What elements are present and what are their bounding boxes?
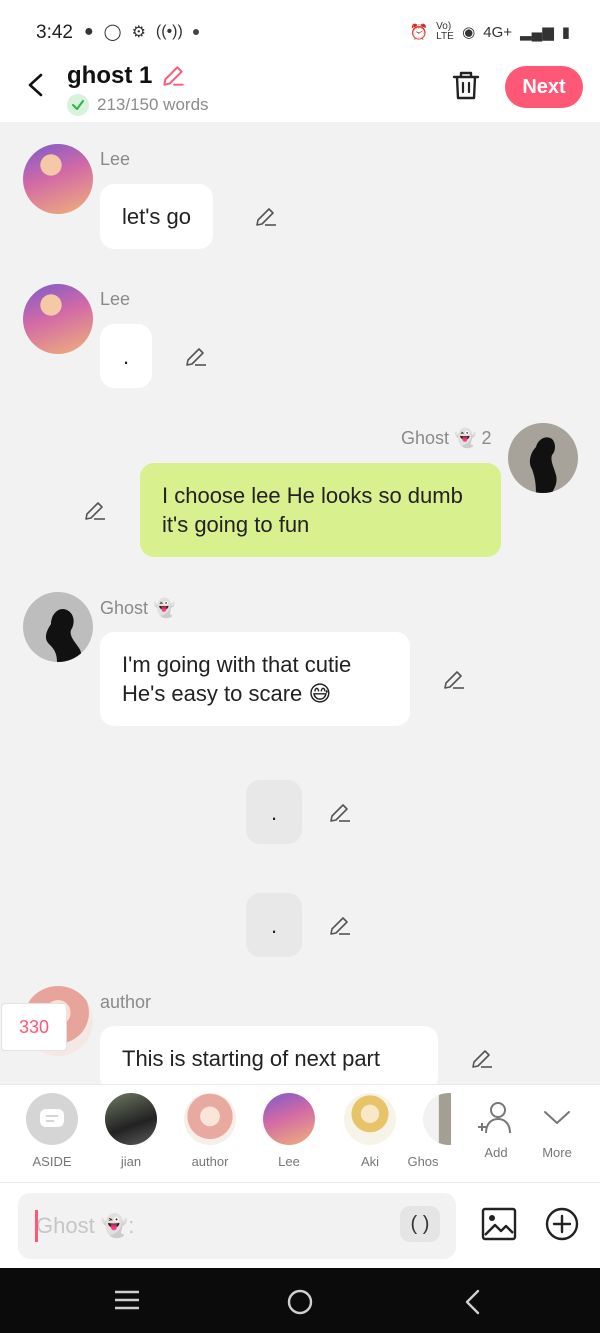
edit-title-pencil-icon[interactable]	[160, 63, 186, 89]
recent-apps-icon[interactable]	[113, 1288, 141, 1312]
edit-pencil-icon[interactable]	[470, 1046, 494, 1070]
system-nav-bar	[0, 1268, 600, 1333]
message-bubble[interactable]: .	[100, 324, 152, 388]
character-lee[interactable]: Lee	[249, 1093, 329, 1169]
story-title[interactable]: ghost 1	[67, 62, 186, 90]
signal-icon: ▂▄▆	[520, 24, 554, 41]
sender-name: Lee	[100, 149, 131, 169]
avatar-author	[184, 1093, 236, 1145]
back-arrow-icon[interactable]	[22, 70, 52, 100]
add-person-icon	[466, 1097, 526, 1137]
alarm-icon: ⏰	[409, 24, 429, 41]
message-bubble[interactable]: I'm going with that cutie He's easy to s…	[100, 632, 410, 726]
avatar-jian	[105, 1093, 157, 1145]
chat-list[interactable]: Lee let's go Lee . Ghost 👻 2 I choose le…	[0, 122, 600, 1084]
add-label: Add	[484, 1145, 508, 1160]
character-jian[interactable]: jian	[91, 1093, 171, 1169]
editor-header: ghost 1 213/150 words Next	[0, 54, 600, 122]
avatar-ghost[interactable]	[23, 592, 93, 662]
character-author[interactable]: author	[170, 1093, 250, 1169]
chevron-down-icon	[527, 1097, 587, 1137]
parentheses-button[interactable]: ( )	[400, 1206, 440, 1242]
message-counter-badge[interactable]: 330	[1, 1003, 67, 1051]
edit-pencil-icon[interactable]	[328, 800, 352, 824]
add-character-button[interactable]: Add	[466, 1097, 526, 1160]
battery-icon: ▮	[561, 24, 570, 41]
sender-name: author	[100, 992, 152, 1012]
word-count: 213/150 words	[67, 94, 209, 116]
avatar-lee[interactable]	[23, 144, 93, 214]
hotspot-icon: ((•))	[155, 23, 183, 40]
message-bubble[interactable]: let's go	[100, 184, 214, 249]
status-time: 3:42	[36, 22, 73, 43]
chat-bubble-icon: ●	[84, 23, 94, 40]
checkmark-icon	[67, 94, 89, 116]
next-button[interactable]: Next	[505, 66, 583, 108]
avatar-lee[interactable]	[23, 284, 93, 354]
edit-pencil-icon[interactable]	[442, 667, 466, 691]
whatsapp-icon: ◯	[103, 24, 122, 41]
edit-pencil-icon[interactable]	[328, 913, 352, 937]
character-ghost[interactable]: Ghos	[395, 1093, 451, 1169]
silhouette-icon	[45, 608, 82, 662]
more-label: More	[542, 1145, 572, 1160]
message-input[interactable]	[18, 1193, 456, 1259]
network-type: 4G+	[483, 23, 513, 41]
character-label: ASIDE	[32, 1154, 72, 1169]
image-icon[interactable]	[481, 1206, 517, 1242]
silhouette-icon	[529, 437, 557, 493]
narration-bubble[interactable]: .	[246, 780, 302, 844]
edit-pencil-icon[interactable]	[83, 498, 107, 522]
sender-name: Lee	[100, 289, 131, 309]
text-caret	[35, 1210, 38, 1242]
wifi-icon: ◉	[462, 24, 476, 41]
more-button[interactable]: More	[527, 1097, 587, 1160]
notification-dot-icon	[192, 29, 199, 35]
story-title-text: ghost 1	[67, 62, 153, 89]
sender-name: Ghost 👻	[100, 598, 176, 618]
word-count-text: 213/150 words	[97, 95, 209, 114]
narration-bubble[interactable]: .	[246, 893, 302, 957]
back-nav-icon[interactable]	[462, 1288, 482, 1316]
avatar-aki	[344, 1093, 396, 1145]
edit-pencil-icon[interactable]	[254, 204, 278, 228]
home-icon[interactable]	[286, 1288, 314, 1316]
volte-icon: Vo) LTE	[436, 21, 454, 42]
trash-icon[interactable]	[450, 68, 482, 102]
message-bubble-self[interactable]: I choose lee He looks so dumb it's going…	[140, 463, 501, 557]
character-label: jian	[120, 1154, 142, 1169]
avatar-ghost	[423, 1093, 451, 1145]
aside-icon	[26, 1093, 78, 1145]
character-label: author	[191, 1154, 229, 1169]
character-selector: ASIDE jian author Lee Aki Ghos Add More	[0, 1084, 600, 1182]
sender-name: Ghost 👻 2	[401, 428, 492, 448]
add-circle-icon[interactable]	[545, 1207, 579, 1241]
message-bubble[interactable]: This is starting of next part	[100, 1026, 438, 1084]
character-label: Ghos	[407, 1154, 439, 1169]
character-aside[interactable]: ASIDE	[12, 1093, 92, 1169]
gear-icon: ⚙	[131, 24, 146, 41]
avatar-ghost-2[interactable]	[508, 423, 578, 493]
edit-pencil-icon[interactable]	[184, 344, 208, 368]
character-label: Lee	[278, 1154, 300, 1169]
avatar-lee	[263, 1093, 315, 1145]
